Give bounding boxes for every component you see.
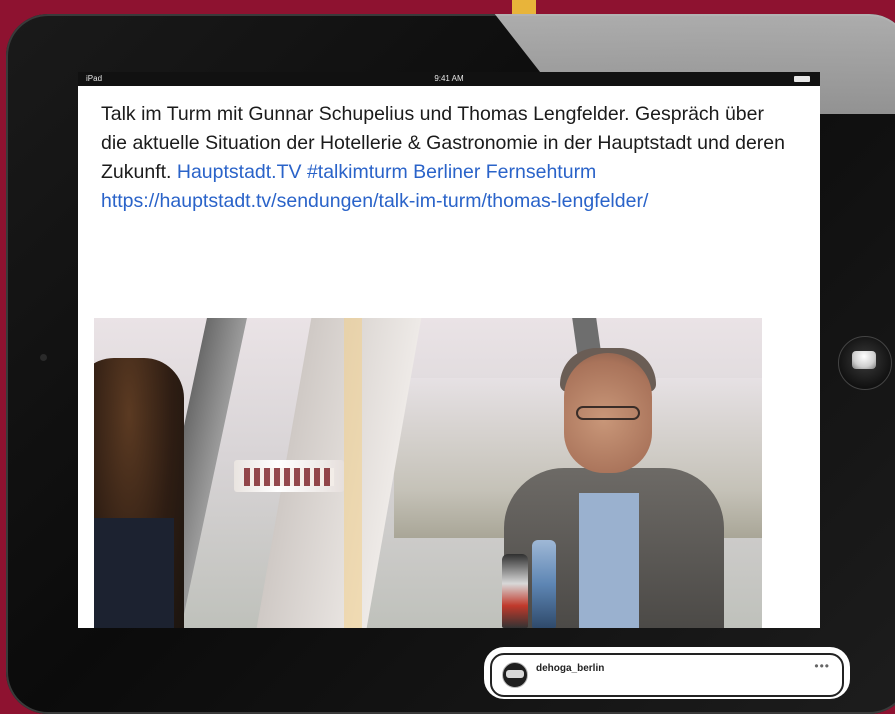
more-icon[interactable]: ••• xyxy=(814,659,830,673)
photo-lamp-pattern xyxy=(244,468,334,486)
hashtag-talkimturm[interactable]: #talkimturm xyxy=(307,161,408,183)
link-hauptstadt-tv[interactable]: Hauptstadt.TV xyxy=(177,161,302,183)
status-bar: iPad 9:41 AM xyxy=(78,72,820,86)
home-button-glyph-icon xyxy=(852,351,876,369)
photo-person-right-shirt xyxy=(579,493,639,628)
photo-glasses xyxy=(576,406,640,420)
photo-bottle xyxy=(502,554,528,628)
avatar-icon xyxy=(506,670,524,678)
post-photo[interactable] xyxy=(94,318,762,628)
front-camera-icon xyxy=(40,354,47,361)
battery-icon xyxy=(794,76,810,82)
home-button[interactable] xyxy=(838,336,892,390)
photo-person-left-shoulder xyxy=(94,518,174,628)
link-url[interactable]: https://hauptstadt.tv/sendungen/talk-im-… xyxy=(101,190,648,212)
post-text: Talk im Turm mit Gunnar Schupelius und T… xyxy=(101,100,791,216)
link-berliner-fernsehturm[interactable]: Berliner Fernsehturm xyxy=(413,161,596,183)
status-time: 9:41 AM xyxy=(434,74,464,83)
post-header-card: dehoga_berlin ••• xyxy=(490,653,844,697)
photo-bottle xyxy=(532,540,556,628)
avatar[interactable] xyxy=(502,662,528,688)
instagram-post-header: dehoga_berlin ••• xyxy=(486,649,848,697)
username[interactable]: dehoga_berlin xyxy=(536,663,604,674)
ipad-screen: iPad 9:41 AM Talk im Turm mit Gunnar Sch… xyxy=(78,72,820,628)
photo-light-strip xyxy=(344,318,362,628)
